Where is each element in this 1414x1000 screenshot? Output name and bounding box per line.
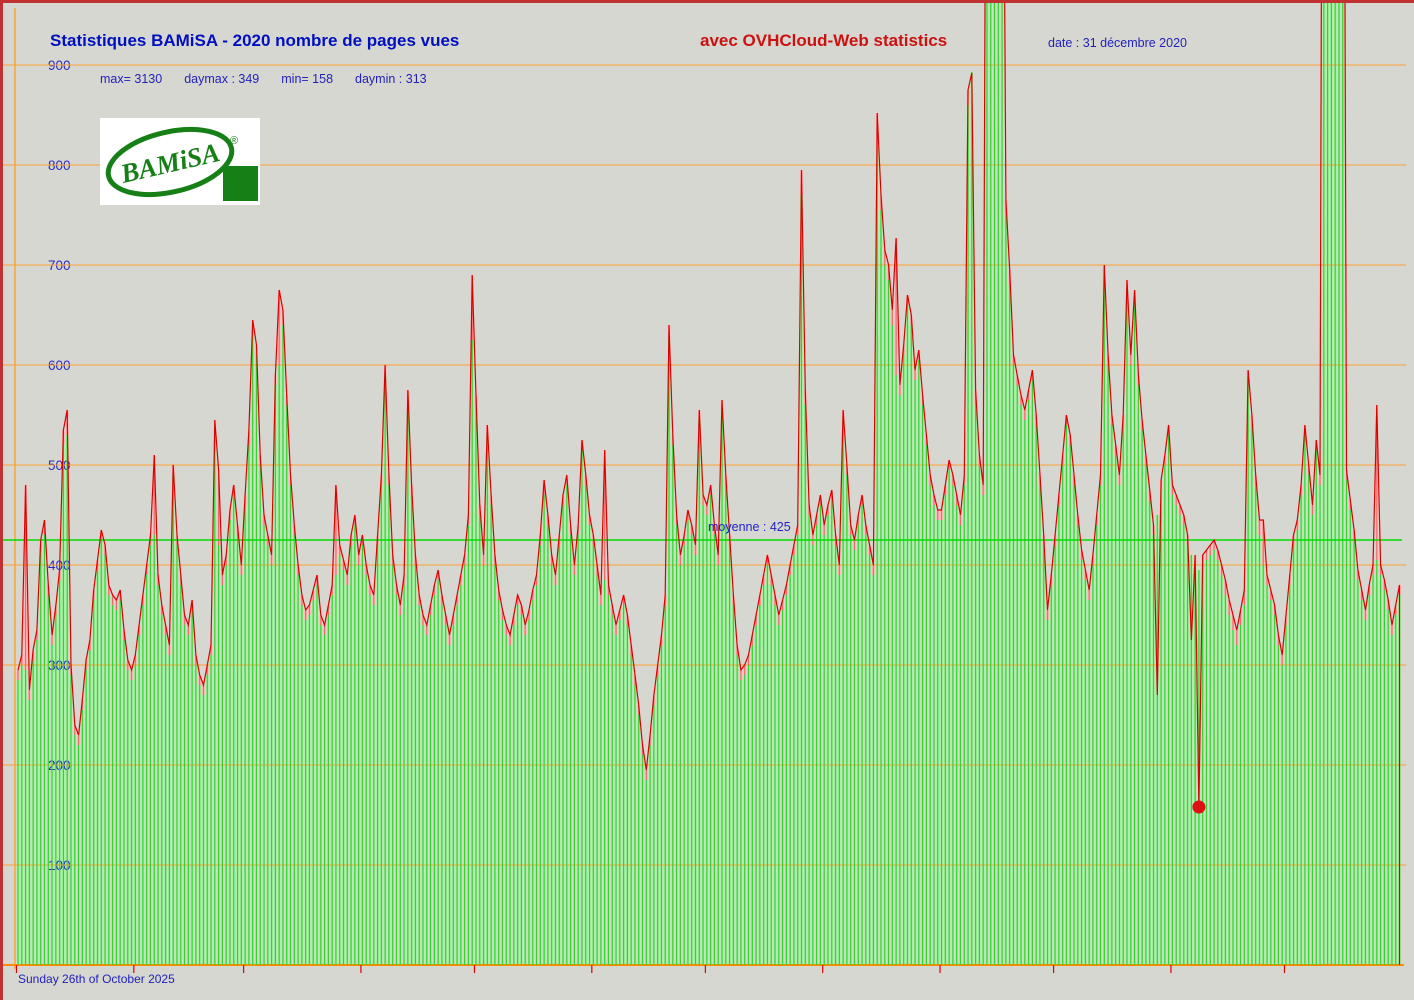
page-border-left [0,0,3,1000]
bamisa-logo: BAMiSA ® [100,118,260,205]
report-date-label: date : 31 décembre 2020 [1048,36,1187,50]
generation-date-label: Sunday 26th of October 2025 [18,972,175,986]
page-border-top [0,0,1414,3]
stat-max: max= 3130 [100,72,162,86]
ovh-stats-graph-page: 900800700600500400300200100 Statistiques… [0,0,1414,1000]
registered-mark-icon: ® [230,135,238,147]
ovhcloud-subtitle: avec OVHCloud-Web statistics [700,31,947,51]
stat-daymax: daymax : 349 [184,72,259,86]
logo-green-square [223,166,258,201]
stat-daymin: daymin : 313 [355,72,427,86]
bamisa-logo-graphic: BAMiSA ® [100,118,260,205]
stats-summary-line: max= 3130 daymax : 349 min= 158 daymin :… [100,72,427,86]
page-title: Statistiques BAMiSA - 2020 nombre de pag… [50,31,459,51]
mean-line-label: moyenne : 425 [708,520,791,534]
stat-min: min= 158 [281,72,333,86]
